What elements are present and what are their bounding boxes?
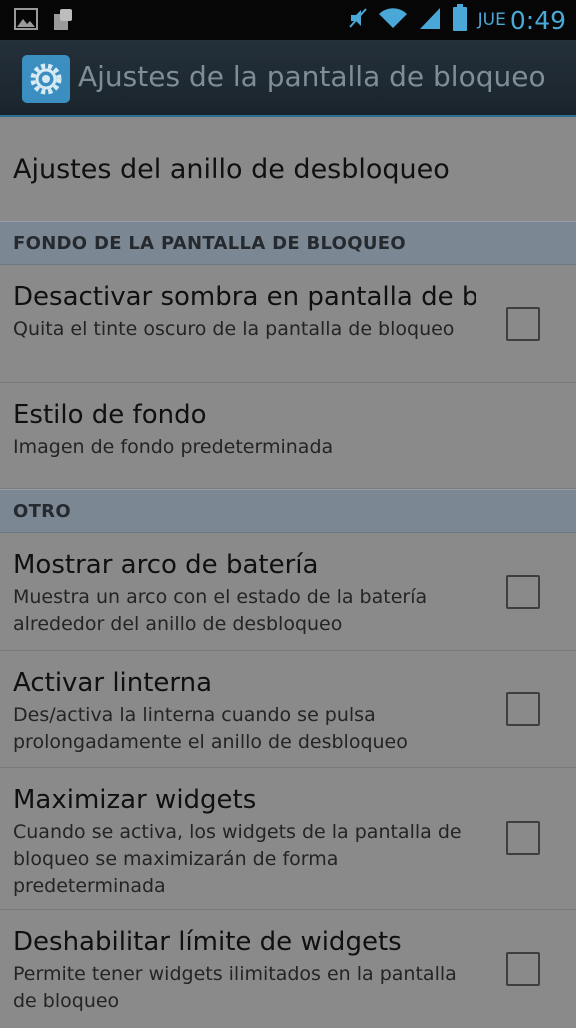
image-icon (14, 8, 38, 36)
settings-list: Ajustes del anillo de desbloqueo FONDO D… (0, 117, 576, 1028)
status-bar: JUE 0:49 (0, 0, 576, 40)
wifi-icon (378, 7, 408, 33)
section-header-label: OTRO (13, 500, 71, 522)
maximize-widgets-item[interactable]: Maximizar widgets Cuando se activa, los … (0, 768, 576, 910)
widget-limit-item[interactable]: Deshabilitar límite de widgets Permite t… (0, 910, 576, 1028)
item-subtitle: Permite tener widgets ilimitados en la p… (13, 963, 457, 1012)
item-subtitle: Quita el tinte oscuro de la pantalla de … (13, 318, 455, 340)
status-time: 0:49 (509, 5, 566, 35)
item-subtitle: Des/activa la linterna cuando se pulsa p… (13, 704, 408, 753)
mute-icon (348, 7, 368, 33)
unlock-ring-settings-item[interactable]: Ajustes del anillo de desbloqueo (0, 117, 576, 221)
signal-icon (418, 6, 442, 34)
page-title: Ajustes de la pantalla de bloqueo (78, 60, 546, 93)
maximize-widgets-checkbox[interactable] (506, 821, 540, 855)
disable-shadow-checkbox[interactable] (506, 307, 540, 341)
settings-gear-icon[interactable] (22, 55, 70, 103)
flashlight-item[interactable]: Activar linterna Des/activa la linterna … (0, 651, 576, 768)
flashlight-checkbox[interactable] (506, 692, 540, 726)
item-subtitle: Imagen de fondo predeterminada (13, 436, 334, 458)
item-title: Deshabilitar límite de widgets (13, 927, 402, 957)
background-style-item[interactable]: Estilo de fondo Imagen de fondo predeter… (0, 383, 576, 489)
section-header-other: OTRO (0, 489, 576, 533)
status-day: JUE (477, 10, 506, 30)
section-header-background: FONDO DE LA PANTALLA DE BLOQUEO (0, 221, 576, 265)
disable-shadow-item[interactable]: Desactivar sombra en pantalla de bloqueo… (0, 265, 576, 383)
battery-arc-item[interactable]: Mostrar arco de batería Muestra un arco … (0, 533, 576, 651)
battery-arc-checkbox[interactable] (506, 575, 540, 609)
section-header-label: FONDO DE LA PANTALLA DE BLOQUEO (13, 232, 406, 254)
item-title: Maximizar widgets (13, 785, 257, 815)
item-title: Activar linterna (13, 668, 213, 698)
item-subtitle: Cuando se activa, los widgets de la pant… (13, 821, 462, 897)
item-title: Desactivar sombra en pantalla de bloqueo (13, 282, 476, 312)
action-bar: Ajustes de la pantalla de bloqueo (0, 40, 576, 117)
notification-icon (52, 8, 74, 36)
battery-icon (452, 4, 468, 36)
item-title: Mostrar arco de batería (13, 550, 319, 580)
item-title: Estilo de fondo (13, 400, 207, 430)
item-subtitle: Muestra un arco con el estado de la bate… (13, 586, 428, 635)
item-title: Ajustes del anillo de desbloqueo (13, 153, 450, 185)
widget-limit-checkbox[interactable] (506, 952, 540, 986)
